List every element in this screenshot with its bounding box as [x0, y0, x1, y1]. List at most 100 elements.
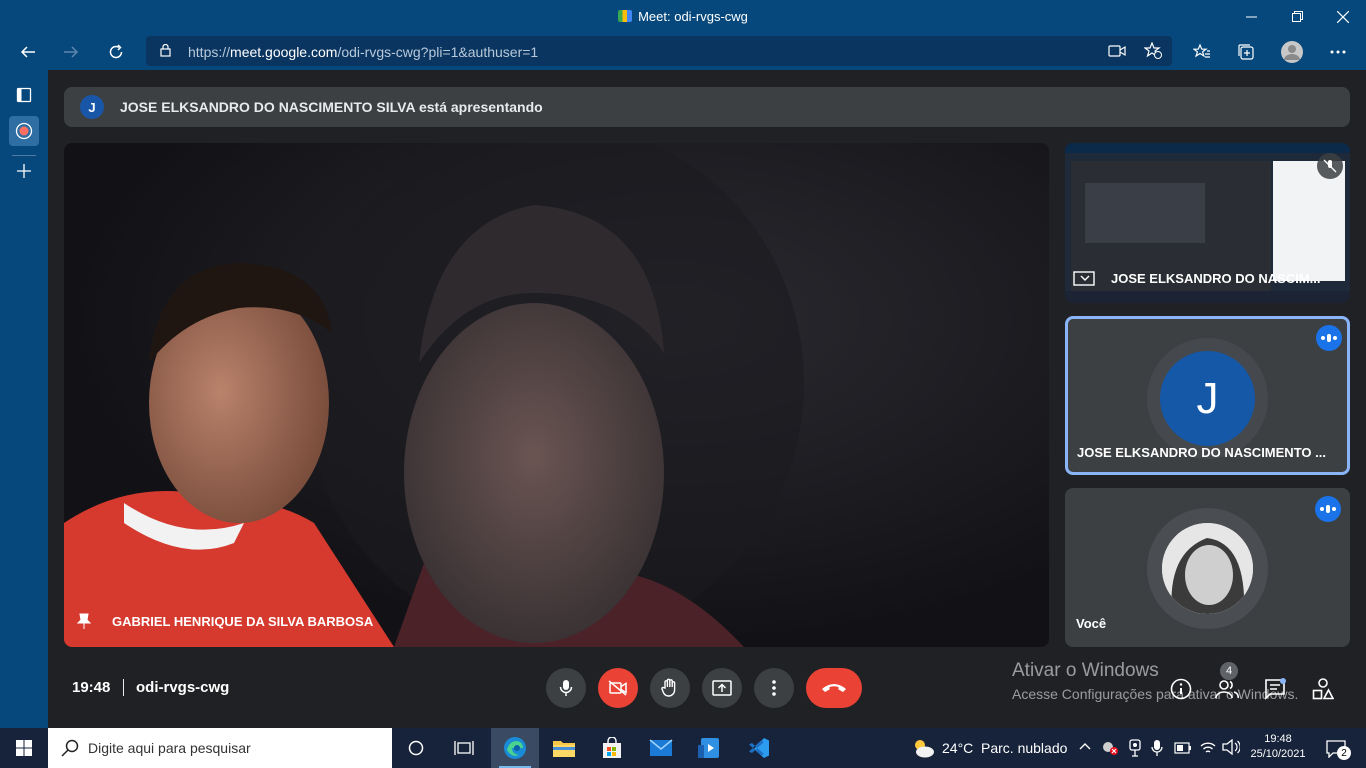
windows-taskbar: Digite aqui para pesquisar 24°C Parc. nu…	[0, 728, 1366, 768]
info-icon	[1170, 678, 1192, 700]
participant-tile-jose[interactable]: J JOSE ELKSANDRO DO NASCIMENTO ...	[1065, 316, 1350, 475]
meeting-controls-bar: 19:48 odi-rvgs-cwg Ativar o Windows Aces…	[48, 660, 1366, 716]
window-title: Meet: odi-rvgs-cwg	[0, 9, 1366, 24]
chevron-up-icon[interactable]	[1079, 742, 1091, 750]
meeting-code: odi-rvgs-cwg	[136, 679, 230, 696]
video-editor-icon	[698, 738, 719, 758]
meeting-time: 19:48	[72, 679, 111, 696]
weather-temperature[interactable]: 24°C	[942, 740, 973, 756]
video-frame	[64, 143, 804, 647]
taskbar-vscode[interactable]	[735, 728, 783, 768]
activities-button[interactable]	[1310, 676, 1336, 702]
chat-button[interactable]	[1262, 676, 1288, 702]
main-video-name: GABRIEL HENRIQUE DA SILVA BARBOSA	[112, 614, 374, 629]
mic-off-icon	[1323, 159, 1337, 173]
plus-icon	[17, 164, 31, 178]
taskbar-store[interactable]	[588, 728, 636, 768]
self-photo	[1162, 523, 1253, 614]
pin-icon[interactable]	[77, 613, 91, 629]
weather-description[interactable]: Parc. nublado	[981, 740, 1067, 756]
more-options-button[interactable]	[1323, 37, 1353, 67]
sidebar-meet-tab[interactable]	[9, 116, 39, 146]
camera-off-button[interactable]	[598, 668, 638, 708]
meet-content: J JOSE ELKSANDRO DO NASCIMENTO SILVA est…	[48, 70, 1366, 728]
reload-button[interactable]	[101, 37, 131, 67]
taskbar-clock[interactable]: 19:48 25/10/2021	[1248, 732, 1308, 762]
start-button[interactable]	[0, 728, 48, 768]
reload-icon	[109, 44, 123, 59]
self-tile-name: Você	[1076, 616, 1107, 631]
taskbar-edge[interactable]	[491, 728, 539, 768]
speaking-indicator	[1316, 325, 1342, 351]
collections-button[interactable]	[1231, 37, 1261, 67]
main-video[interactable]: GABRIEL HENRIQUE DA SILVA BARBOSA	[64, 143, 1049, 647]
leave-call-button[interactable]	[806, 668, 862, 708]
phone-hangup-icon	[822, 684, 846, 692]
weather-cloud-sun-icon	[915, 740, 934, 758]
shared-screen-panel	[1273, 161, 1345, 281]
volume-icon[interactable]	[1222, 739, 1240, 755]
close-icon	[1337, 10, 1349, 23]
windows-activation-watermark: Ativar o Windows Acesse Configurações pa…	[1012, 660, 1299, 702]
notifications-button[interactable]: 2	[1318, 728, 1366, 768]
participants-button[interactable]	[1214, 676, 1240, 702]
browser-title-bar: Meet: odi-rvgs-cwg	[0, 0, 1366, 33]
chat-icon	[1265, 678, 1286, 700]
microphone-tray-icon[interactable]	[1151, 739, 1163, 757]
sidebar-divider	[12, 155, 36, 156]
search-placeholder: Digite aqui para pesquisar	[88, 740, 251, 756]
shapes-icon	[1312, 678, 1334, 700]
wifi-icon[interactable]	[1199, 739, 1217, 755]
defender-alert-icon[interactable]	[1101, 740, 1119, 756]
forward-button[interactable]	[56, 37, 86, 67]
task-view-icon	[454, 741, 474, 755]
new-tab-button[interactable]	[11, 158, 37, 184]
details-divider	[123, 679, 124, 696]
tab-actions-button[interactable]	[11, 82, 37, 108]
meeting-details-button[interactable]	[1168, 676, 1194, 702]
webcam-icon[interactable]	[1128, 739, 1142, 757]
microphone-button[interactable]	[546, 668, 586, 708]
more-options-meet-button[interactable]	[754, 668, 794, 708]
add-favorite-icon[interactable]	[1144, 42, 1162, 60]
self-avatar	[1162, 523, 1253, 614]
people-icon	[1215, 680, 1239, 699]
more-vertical-icon	[772, 680, 776, 696]
meet-favicon-icon	[618, 10, 633, 22]
presentation-tile-name: JOSE ELKSANDRO DO NASCIM...	[1111, 271, 1321, 286]
task-view-button[interactable]	[440, 728, 488, 768]
cortana-icon	[408, 740, 424, 756]
profile-button[interactable]	[1277, 37, 1307, 67]
microphone-icon	[559, 680, 573, 696]
presentation-tile[interactable]: JOSE ELKSANDRO DO NASCIM...	[1065, 143, 1350, 303]
minimize-button[interactable]	[1228, 0, 1274, 33]
raise-hand-button[interactable]	[650, 668, 690, 708]
battery-icon[interactable]	[1174, 742, 1192, 754]
folder-icon	[553, 741, 575, 757]
presentation-muted-indicator	[1317, 153, 1343, 179]
presenting-text: JOSE ELKSANDRO DO NASCIMENTO SILVA está …	[120, 99, 543, 115]
taskbar-file-explorer[interactable]	[540, 728, 588, 768]
taskbar-mail[interactable]	[637, 728, 685, 768]
collections-icon	[1238, 44, 1254, 60]
presenting-banner: J JOSE ELKSANDRO DO NASCIMENTO SILVA est…	[64, 87, 1350, 127]
notification-count-badge: 2	[1337, 746, 1351, 760]
taskbar-video-editor[interactable]	[686, 728, 734, 768]
back-button[interactable]	[13, 37, 43, 67]
restore-icon	[1291, 11, 1303, 22]
url-text: https://meet.google.com/odi-rvgs-cwg?pli…	[188, 44, 539, 60]
edge-icon	[504, 737, 526, 759]
self-tile[interactable]: Você	[1065, 488, 1350, 647]
favorites-button[interactable]	[1187, 37, 1217, 67]
restore-button[interactable]	[1274, 0, 1320, 33]
taskbar-search-box[interactable]: Digite aqui para pesquisar	[48, 728, 392, 768]
present-now-button[interactable]	[702, 668, 742, 708]
avatar-icon	[1281, 41, 1303, 63]
search-icon	[61, 739, 79, 757]
cortana-button[interactable]	[392, 728, 440, 768]
browser-sidebar	[0, 70, 48, 728]
url-field[interactable]: https://meet.google.com/odi-rvgs-cwg?pli…	[146, 36, 1172, 66]
close-button[interactable]	[1320, 0, 1366, 33]
camera-blocked-icon[interactable]	[1108, 44, 1126, 58]
record-icon	[15, 122, 33, 140]
